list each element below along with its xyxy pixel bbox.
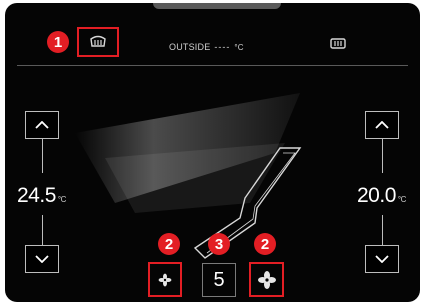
chevron-down-icon [35,255,49,263]
top-divider [17,65,408,66]
right-temp-down-button[interactable] [365,245,399,273]
rear-defrost-icon [90,35,106,47]
right-temp-display: 20.0 °C [357,184,406,208]
screen-notch [153,3,281,9]
fan-level-box: 5 [202,263,236,297]
left-temp-display: 24.5 °C [17,184,66,208]
front-defrost-button[interactable] [323,33,353,55]
left-temp-value: 24.5 [17,184,56,207]
chevron-down-icon [375,255,389,263]
left-temp-track-upper [42,139,43,173]
fan-level-value: 5 [213,268,225,291]
outside-temp-unit: °C [234,43,244,52]
chevron-up-icon [375,121,389,129]
right-temp-track-lower [382,215,383,245]
climate-screen: 1 OUTSIDE ---- °C 24.5 °C 20.0 °C 2 3 2 … [5,3,420,302]
left-temp-unit: °C [57,195,66,204]
callout-badge-2-left: 2 [158,233,180,255]
right-temp-track-upper [382,139,383,173]
right-temp-up-button[interactable] [365,111,399,139]
outside-temp-value: ---- [214,42,231,52]
fan-large-icon [257,270,276,289]
callout-badge-2-right: 2 [254,233,276,255]
callout-badge-3: 3 [208,233,230,255]
front-defrost-icon [330,38,346,49]
fan-small-icon [158,273,172,286]
fan-decrease-button[interactable] [151,265,179,294]
fan-increase-button[interactable] [252,265,281,294]
chevron-up-icon [35,121,49,129]
left-temp-up-button[interactable] [25,111,59,139]
right-temp-unit: °C [397,195,406,204]
rear-defrost-button[interactable] [79,29,117,55]
left-temp-track-lower [42,215,43,245]
outside-label: OUTSIDE [169,42,211,52]
callout-badge-1: 1 [47,31,69,53]
outside-temperature: OUTSIDE ---- °C [169,42,244,52]
left-temp-down-button[interactable] [25,245,59,273]
right-temp-value: 20.0 [357,184,396,207]
